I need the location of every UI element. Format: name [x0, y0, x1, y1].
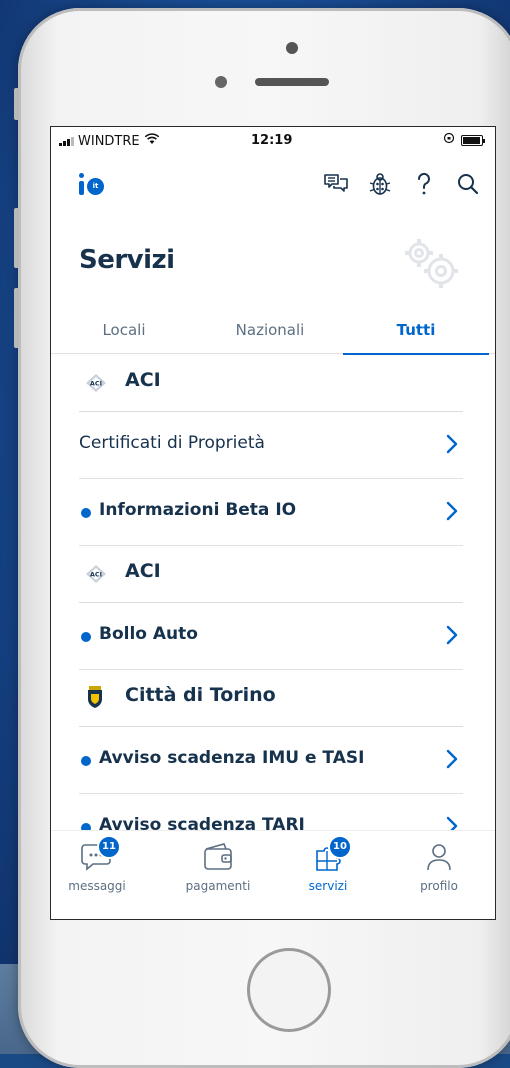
page-title: Servizi [79, 245, 175, 275]
chat-icon[interactable] [323, 169, 349, 199]
tab-nazionali[interactable]: Nazionali [197, 311, 343, 353]
aci-logo-icon: ACI [85, 564, 106, 584]
aci-logo-icon: ACI [85, 373, 106, 393]
puzzle-icon: 10 [308, 835, 352, 873]
services-list: ACI ACI Certificati di Proprietà Informa… [51, 355, 495, 836]
proximity-sensor [215, 76, 227, 88]
carrier-info: WINDTRE [59, 133, 160, 149]
signal-icon [59, 136, 74, 146]
chevron-right-icon [441, 747, 463, 771]
home-button[interactable] [247, 948, 331, 1032]
mute-switch [14, 88, 19, 120]
service-label: Avviso scadenza IMU e TASI [99, 748, 365, 768]
search-icon[interactable] [455, 169, 481, 199]
org-header: ACI ACI [79, 546, 463, 603]
service-label: Certificati di Proprietà [79, 433, 265, 453]
status-right [443, 132, 485, 148]
chevron-right-icon [441, 623, 463, 647]
chevron-right-icon [441, 499, 463, 523]
service-label: Informazioni Beta IO [99, 500, 297, 520]
help-icon[interactable] [411, 169, 437, 199]
tab-bar: Locali Nazionali Tutti [51, 311, 495, 355]
clock: 12:19 [251, 133, 293, 148]
front-camera [286, 42, 298, 54]
chevron-right-icon [441, 432, 463, 456]
svg-text:ACI: ACI [90, 380, 102, 388]
services-badge: 10 [328, 835, 352, 859]
battery-icon [461, 134, 485, 146]
bug-icon[interactable] [367, 169, 393, 199]
svg-text:ACI: ACI [90, 571, 102, 579]
service-row[interactable]: Informazioni Beta IO [79, 479, 463, 546]
messages-badge: 11 [97, 835, 121, 859]
top-bar: it [51, 163, 495, 207]
bottom-navigation: 11 messaggi pagamenti 10 servizi profilo [51, 831, 495, 919]
unread-dot [81, 756, 91, 766]
carrier-name: WINDTRE [78, 133, 140, 149]
top-actions [323, 169, 481, 199]
service-label: Bollo Auto [99, 624, 198, 644]
earpiece-speaker [255, 78, 329, 86]
io-logo: it [79, 173, 105, 195]
tab-locali[interactable]: Locali [51, 311, 197, 353]
org-name: ACI [125, 560, 161, 582]
nav-profilo[interactable]: profilo [389, 841, 489, 893]
nav-pagamenti[interactable]: pagamenti [168, 841, 268, 893]
nav-messaggi[interactable]: 11 messaggi [51, 835, 147, 893]
status-bar: WINDTRE 12:19 [51, 127, 495, 155]
unread-dot [81, 508, 91, 518]
org-name: ACI [125, 369, 161, 391]
wifi-icon [144, 133, 160, 149]
org-header: Città di Torino [79, 670, 463, 727]
nav-label: pagamenti [185, 879, 251, 893]
nav-servizi[interactable]: 10 servizi [278, 835, 378, 893]
volume-up-button [14, 208, 19, 268]
tab-tutti[interactable]: Tutti [343, 311, 489, 355]
nav-label: servizi [308, 879, 348, 893]
unread-dot [81, 632, 91, 642]
io-logo-text: it [87, 178, 104, 195]
message-icon: 11 [77, 835, 121, 873]
service-row[interactable]: Certificati di Proprietà [79, 412, 463, 479]
user-icon [419, 841, 459, 873]
service-row[interactable]: Avviso scadenza IMU e TASI [79, 727, 463, 794]
volume-down-button [14, 288, 19, 348]
torino-coat-of-arms-icon [85, 686, 105, 708]
services-gears-icon [401, 235, 461, 291]
nav-label: messaggi [68, 879, 126, 893]
service-row[interactable]: Bollo Auto [79, 603, 463, 670]
wallet-icon [198, 841, 238, 873]
nav-label: profilo [420, 879, 458, 893]
app-screen: WINDTRE 12:19 it Servizi Locali Nazional… [50, 126, 496, 920]
org-header: ACI ACI [79, 355, 463, 412]
orientation-lock-icon [443, 132, 455, 148]
org-name: Città di Torino [125, 684, 276, 706]
service-row[interactable]: Avviso scadenza TARI [79, 794, 463, 836]
